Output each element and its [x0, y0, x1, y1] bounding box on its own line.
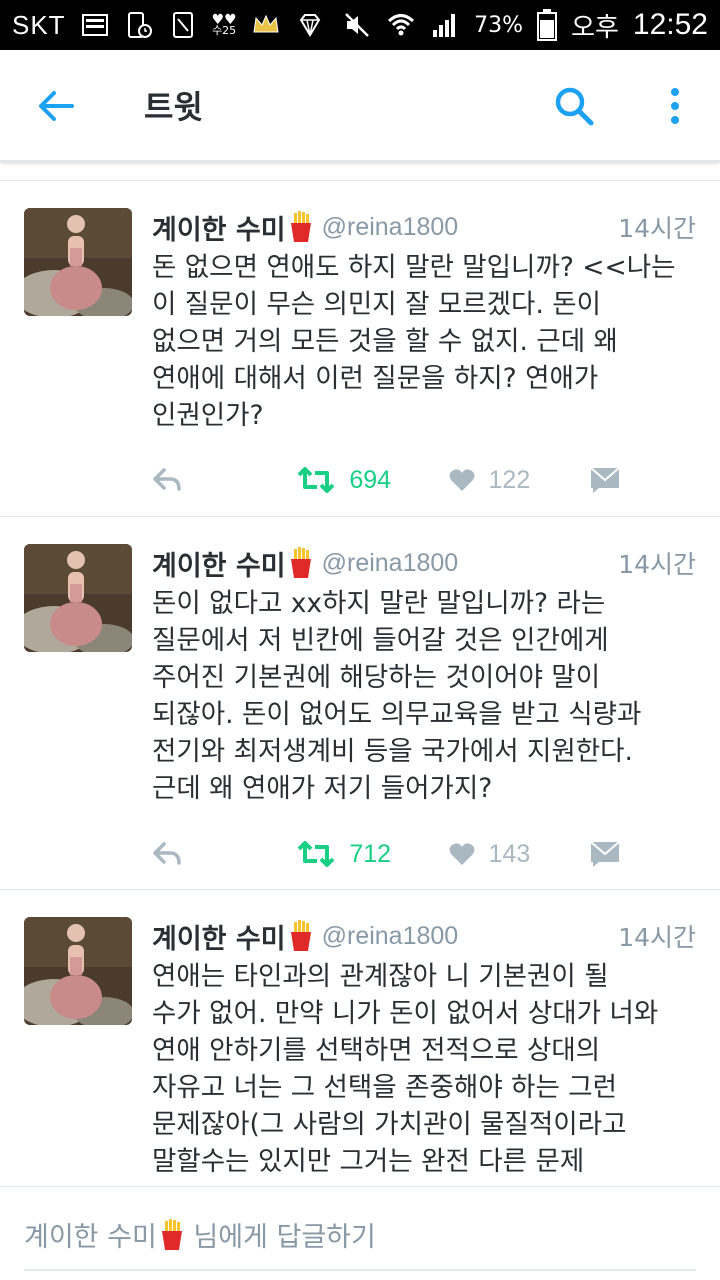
heart-icon	[449, 843, 474, 865]
retweet-button[interactable]: 712	[297, 840, 448, 869]
direct-message-icon	[590, 467, 620, 493]
battery-percent: 73%	[474, 12, 524, 38]
tweet-text: 돈 없으면 연애도 하지 말란 말입니까? <<나는 이 질문이 무슨 의민지 …	[152, 252, 676, 431]
tweet-card[interactable]: 계이한 수미 @reina1800 14시간 연애는 타인과의 관계잖아 니 기…	[0, 890, 720, 1186]
reply-button[interactable]	[152, 841, 297, 867]
reply-target-name: 계이한 수미	[24, 1222, 157, 1253]
avatar-painting-image	[24, 208, 132, 316]
reply-suffix: 님에게 답글하기	[184, 1222, 376, 1253]
retweet-icon	[297, 467, 335, 493]
tweet-card[interactable]: 계이한 수미 @reina1800 14시간 돈이 없다고 xx하지 말란 말입…	[0, 517, 720, 890]
app-bar: 트윗	[0, 50, 720, 162]
avatar-painting-image	[24, 544, 132, 652]
tweet-header: 계이한 수미 @reina1800 14시간	[152, 207, 696, 247]
signal-icon	[433, 14, 456, 37]
french-fries-icon	[161, 1218, 182, 1250]
like-button[interactable]: 122	[449, 466, 590, 495]
author-handle[interactable]: @reina1800	[322, 549, 459, 578]
back-arrow-icon[interactable]	[34, 84, 78, 128]
reply-placeholder[interactable]: 계이한 수미 님에게 답글하기	[24, 1215, 376, 1254]
avatar-painting-image	[24, 917, 132, 1025]
tweet-header: 계이한 수미 @reina1800 14시간	[152, 916, 696, 956]
author-handle[interactable]: @reina1800	[322, 922, 459, 951]
input-underline	[24, 1269, 696, 1271]
retweet-count: 712	[349, 839, 392, 868]
reply-button[interactable]	[152, 467, 297, 493]
tweet-header: 계이한 수미 @reina1800 14시간	[152, 543, 696, 583]
page-title: 트윗	[144, 88, 203, 126]
battery-icon	[537, 9, 558, 41]
diamond-icon	[299, 14, 320, 37]
date-badge-icon: ♥♥ 수25	[211, 12, 237, 37]
search-icon[interactable]	[552, 84, 596, 128]
heart-icon	[449, 469, 474, 491]
author-handle[interactable]: @reina1800	[322, 213, 459, 242]
avatar[interactable]	[24, 208, 132, 316]
tweet-timestamp[interactable]: 14시간	[618, 209, 696, 245]
direct-message-icon	[590, 841, 620, 867]
tweet-text: 돈이 없다고 xx하지 말란 말입니까? 라는 질문에서 저 빈칸에 들어갈 것…	[152, 588, 642, 804]
french-fries-icon	[290, 547, 311, 578]
french-fries-icon	[290, 920, 311, 951]
more-vert-icon[interactable]	[660, 84, 690, 128]
retweet-icon	[297, 841, 335, 867]
status-bar: SKT ♥♥ 수25 73% 오후 12:52	[0, 0, 720, 50]
reply-icon	[153, 842, 181, 865]
author-name[interactable]: 계이한 수미	[152, 544, 286, 583]
tweet-timestamp[interactable]: 14시간	[618, 545, 696, 581]
tweet-actions: 694 122	[152, 460, 696, 500]
like-count: 143	[488, 839, 531, 868]
carrier-label: SKT	[12, 9, 66, 40]
reply-icon	[153, 468, 181, 491]
tweet-text: 연애는 타인과의 관계잖아 니 기본권이 될 수가 없어. 만약 니가 돈이 없…	[152, 961, 659, 1177]
like-button[interactable]: 143	[449, 840, 590, 869]
date-badge-label: 수25	[212, 24, 237, 37]
ampm-label: 오후	[571, 12, 619, 43]
mute-icon	[345, 13, 370, 37]
direct-message-button[interactable]	[590, 466, 620, 494]
author-name[interactable]: 계이한 수미	[152, 917, 286, 956]
author-name[interactable]: 계이한 수미	[152, 208, 286, 247]
tweet-timestamp[interactable]: 14시간	[618, 918, 696, 954]
clock: 12:52	[632, 8, 708, 41]
retweet-count: 694	[349, 465, 392, 494]
avatar[interactable]	[24, 544, 132, 652]
crown-icon	[253, 14, 279, 33]
direct-message-button[interactable]	[590, 840, 620, 868]
wifi-icon	[388, 14, 415, 36]
retweet-button[interactable]: 694	[297, 466, 448, 495]
phone-clock-notification-icon	[127, 12, 152, 38]
avatar[interactable]	[24, 917, 132, 1025]
french-fries-icon	[290, 211, 311, 242]
reply-composer[interactable]: 계이한 수미 님에게 답글하기	[0, 1186, 720, 1280]
gallery-notification-icon	[81, 14, 108, 36]
like-count: 122	[488, 465, 531, 494]
tweet-card[interactable]: 계이한 수미 @reina1800 14시간 돈 없으면 연애도 하지 말란 말…	[0, 181, 720, 517]
sim-notification-icon	[172, 12, 193, 38]
tweet-actions: 712 143	[152, 834, 696, 874]
